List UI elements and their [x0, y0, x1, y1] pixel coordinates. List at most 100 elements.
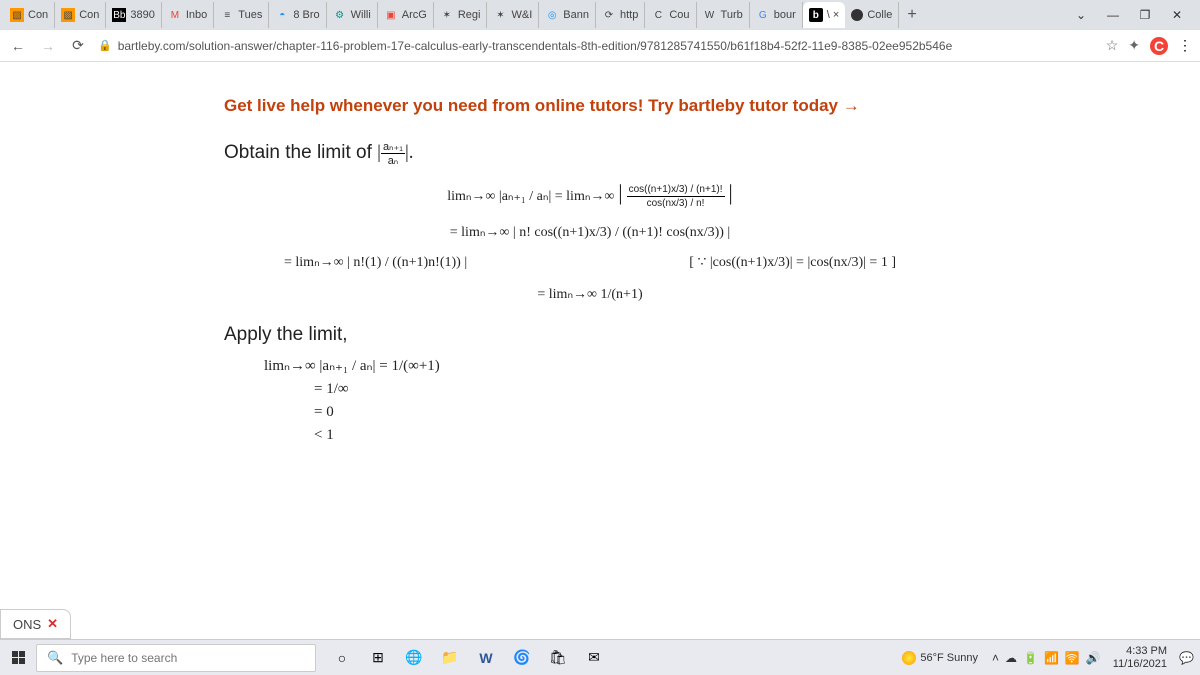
banner-text: Get live help whenever you need from onl… [224, 96, 860, 115]
eq-lhs: = limₙ→∞ | n!(1) / ((n+1)n!(1)) | [284, 254, 467, 272]
tab[interactable]: Bb3890 [106, 2, 161, 28]
tab[interactable]: ✶ Regi [434, 2, 488, 28]
weather-text: 56°F Sunny [920, 652, 978, 664]
address-bar-row: ← → ⟳ 🔒 bartleby.com/solution-answer/cha… [0, 30, 1200, 62]
favicon: ≡ [220, 8, 234, 22]
card-heading: Obtain the limit of |aₙ₊₁aₙ|. [224, 140, 956, 167]
forward-button[interactable]: → [38, 38, 58, 54]
tab-label: Bann [563, 9, 589, 21]
start-button[interactable] [0, 640, 36, 675]
tab[interactable]: Gbour [750, 2, 803, 28]
word-icon[interactable]: W [470, 642, 502, 674]
profile-badge[interactable]: C [1150, 37, 1168, 55]
network-icon[interactable]: 📶 [1044, 651, 1059, 665]
heading-text: Obtain the limit of [224, 142, 377, 163]
tab-label: ArcG [402, 9, 427, 21]
task-view-icon[interactable]: ⊞ [362, 642, 394, 674]
back-button[interactable]: ← [8, 38, 28, 54]
fraction-den: aₙ [381, 154, 405, 167]
taskbar-pinned: ○ ⊞ 🌐 📁 W 🌀 🛍 ✉ [326, 642, 610, 674]
favicon: ▣ [384, 8, 398, 22]
bottom-tab[interactable]: ONS ✕ [0, 609, 71, 639]
solution-card: Obtain the limit of |aₙ₊₁aₙ|. limₙ→∞ |aₙ… [200, 130, 980, 460]
maximize-button[interactable]: ❐ [1132, 8, 1158, 22]
tab[interactable]: ⚙Willi [327, 2, 378, 28]
chrome-icon[interactable]: 🌐 [398, 642, 430, 674]
weather-widget[interactable]: 56°F Sunny [902, 651, 978, 665]
favicon: ⚙ [333, 8, 347, 22]
store-icon[interactable]: 🛍 [542, 642, 574, 674]
onedrive-icon[interactable]: ☁ [1005, 651, 1017, 665]
bookmark-icon[interactable]: ☆ [1106, 37, 1119, 54]
tab-label: W&I [511, 9, 532, 21]
menu-icon[interactable]: ⋮ [1178, 37, 1192, 54]
taskbar-search[interactable]: 🔍 [36, 644, 316, 672]
battery-icon[interactable]: 🔋 [1023, 651, 1038, 665]
eq-den: cos(nx/3) / n! [627, 197, 725, 210]
favicon: ▧ [10, 8, 24, 22]
tab[interactable]: Colle [845, 2, 899, 28]
clock[interactable]: 4:33 PM 11/16/2021 [1113, 645, 1167, 669]
chevron-up-icon[interactable]: ˄ [992, 651, 999, 665]
tab-label: Tues [238, 9, 262, 21]
volume-icon[interactable]: 🔊 [1086, 651, 1101, 665]
extensions-icon[interactable]: ✦ [1128, 37, 1140, 54]
tab-active[interactable]: b \ × [803, 2, 846, 28]
reload-button[interactable]: ⟳ [68, 37, 88, 54]
favicon: G [756, 8, 770, 22]
tab-label: bour [774, 9, 796, 21]
tab[interactable]: ⟳http [596, 2, 645, 28]
date-text: 11/16/2021 [1113, 658, 1167, 670]
tab-label: \ × [827, 9, 840, 21]
search-input[interactable] [71, 651, 305, 665]
tab[interactable]: MInbo [162, 2, 214, 28]
wifi-icon[interactable]: 🛜 [1065, 651, 1080, 665]
result-line-3: = 0 [224, 404, 956, 421]
time-text: 4:33 PM [1113, 645, 1167, 657]
tab[interactable]: ▣ ArcG [378, 2, 434, 28]
new-tab-button[interactable]: + [899, 6, 924, 24]
minimize-button[interactable]: ― [1100, 8, 1126, 22]
apply-limit-heading: Apply the limit, [224, 324, 956, 346]
windows-logo-icon [12, 651, 25, 664]
notifications-icon[interactable]: 💬 [1179, 651, 1194, 665]
file-explorer-icon[interactable]: 📁 [434, 642, 466, 674]
cortana-icon[interactable]: ○ [326, 642, 358, 674]
favicon: ◎ [545, 8, 559, 22]
tab[interactable]: WTurb [697, 2, 750, 28]
tab[interactable]: ◎ Bann [539, 2, 596, 28]
result-line-4: < 1 [224, 427, 956, 444]
tab-label: 8 Bro [293, 9, 319, 21]
eq-lhs: limₙ→∞ |aₙ₊₁ / aₙ| = limₙ→∞ [447, 188, 614, 206]
tab-label: Cou [669, 9, 689, 21]
favicon: b [809, 8, 823, 22]
tab[interactable]: ▧Con [55, 2, 106, 28]
favicon: Bb [112, 8, 126, 22]
tab[interactable]: ≡ Tues [214, 2, 269, 28]
favicon: ✶ [493, 8, 507, 22]
chevron-down-icon[interactable]: ⌄ [1068, 8, 1094, 22]
close-button[interactable]: ✕ [1164, 8, 1190, 22]
edge-icon[interactable]: 🌀 [506, 642, 538, 674]
tab-label: Regi [458, 9, 481, 21]
tutor-banner[interactable]: Get live help whenever you need from onl… [200, 82, 980, 130]
favicon [851, 9, 863, 21]
result-line-2: = 1/∞ [224, 381, 956, 398]
eq-text: = limₙ→∞ | n! cos((n+1)x/3) / ((n+1)! co… [450, 224, 730, 242]
tab[interactable]: ◓ 8 Bro [269, 2, 326, 28]
address-bar[interactable]: 🔒 bartleby.com/solution-answer/chapter-1… [98, 39, 1096, 53]
tab-label: Turb [721, 9, 743, 21]
tab-label: http [620, 9, 638, 21]
browser-tab-strip: ▧Con ▧Con Bb3890 MInbo ≡ Tues ◓ 8 Bro ⚙Wil… [0, 0, 1200, 30]
favicon: ◓ [275, 8, 289, 22]
mail-icon[interactable]: ✉ [578, 642, 610, 674]
windows-taskbar: 🔍 ○ ⊞ 🌐 📁 W 🌀 🛍 ✉ 56°F Sunny ˄ ☁ 🔋 📶 🛜 🔊… [0, 639, 1200, 675]
tab[interactable]: ✶ W&I [487, 2, 539, 28]
favicon: ▧ [61, 8, 75, 22]
eq-rhs: [ ∵ |cos((n+1)x/3)| = |cos(nx/3)| = 1 ] [689, 254, 896, 272]
tab[interactable]: CCou [645, 2, 696, 28]
tab-label: Inbo [186, 9, 207, 21]
tab[interactable]: ▧Con [4, 2, 55, 28]
close-icon[interactable]: ✕ [47, 616, 58, 632]
favicon: ✶ [440, 8, 454, 22]
